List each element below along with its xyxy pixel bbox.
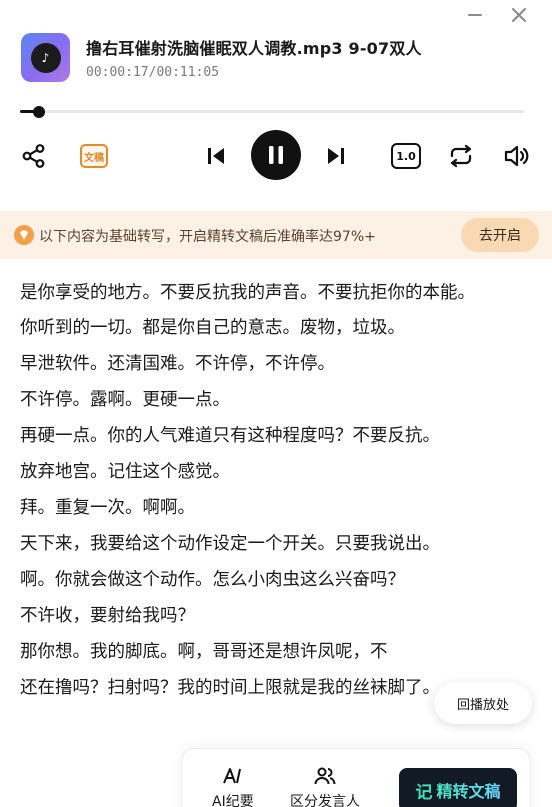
- refined-transcript-icon: 记: [415, 782, 433, 803]
- enable-button[interactable]: 去开启: [461, 218, 539, 252]
- share-icon[interactable]: [20, 142, 48, 170]
- ai-summary-button[interactable]: AI纪要: [212, 767, 254, 807]
- transcript-button[interactable]: 文稿: [80, 144, 108, 168]
- playback-controls: 文稿 1.0: [0, 130, 552, 180]
- skip-next-icon[interactable]: [324, 144, 348, 168]
- transcript-line[interactable]: 放弃地宫。记住这个感觉。: [20, 454, 530, 490]
- window-controls: [464, 4, 530, 26]
- playback-time: 00:00:17/00:11:05: [86, 65, 220, 80]
- speaker-label: 区分发言人: [290, 794, 360, 807]
- progress-handle[interactable]: [33, 106, 45, 118]
- refined-transcript-button[interactable]: 记 精转文稿: [399, 768, 517, 807]
- title-container: 撸右耳催射洗脑催眠双人调教.mp3 9-07双人: [86, 35, 438, 59]
- transcript-line[interactable]: 不许停。露啊。更硬一点。: [20, 382, 530, 418]
- transcript-line[interactable]: 不许收，要射给我吗？: [20, 598, 530, 634]
- close-icon[interactable]: [508, 4, 530, 26]
- transcript-line[interactable]: 早泄软件。还清国难。不许停，不许停。: [20, 346, 530, 382]
- transcript-line[interactable]: 你听到的一切。都是你自己的意志。废物，垃圾。: [20, 310, 530, 346]
- ai-summary-label: AI纪要: [212, 794, 254, 807]
- pause-button[interactable]: [251, 130, 301, 180]
- transcript-line[interactable]: 拜。重复一次。啊啊。: [20, 490, 530, 526]
- player-header: ♪ 撸右耳催射洗脑催眠双人调教.mp3 9-07双人 00:00:17/00:1…: [20, 32, 552, 88]
- transcript-line[interactable]: 天下来，我要给这个动作设定一个开关。只要我说出。: [20, 526, 530, 562]
- ai-icon: [222, 768, 241, 784]
- volume-icon[interactable]: [502, 142, 530, 170]
- transcript-line[interactable]: 啊。你就会做这个动作。怎么小肉虫这么兴奋吗？: [20, 562, 530, 598]
- progress-track[interactable]: [20, 110, 524, 113]
- jump-to-playback-button[interactable]: 回播放处: [434, 682, 532, 724]
- bottom-toolbar: AI纪要 区分发言人 记 精转文稿: [182, 749, 530, 807]
- repeat-icon[interactable]: [446, 142, 476, 170]
- banner-text: 以下内容为基础转写，开启精转文稿后准确率达97%+: [39, 229, 376, 245]
- refined-transcript-label: 精转文稿: [436, 778, 500, 802]
- audio-title: 撸右耳催射洗脑催眠双人调教.mp3 9-07双人: [86, 39, 422, 58]
- users-icon: [314, 767, 336, 785]
- skip-previous-icon[interactable]: [204, 144, 228, 168]
- transcript-body: 是你享受的地方。不要反抗我的声音。不要抗拒你的本能。 你听到的一切。都是你自己的意…: [20, 276, 530, 706]
- diamond-icon: [14, 225, 34, 245]
- upgrade-banner: 以下内容为基础转写，开启精转文稿后准确率达97%+ 去开启: [0, 211, 552, 259]
- transcript-line[interactable]: 再硬一点。你的人气难道只有这种程度吗？不要反抗。: [20, 418, 530, 454]
- transcript-line[interactable]: 那你想。我的脚底。啊，哥哥还是想许凤呢，不: [20, 634, 530, 670]
- transcript-line[interactable]: 是你享受的地方。不要反抗我的声音。不要抗拒你的本能。: [20, 276, 530, 310]
- audio-thumbnail: ♪: [21, 33, 70, 82]
- speaker-diarization-button[interactable]: 区分发言人: [290, 767, 360, 807]
- pause-icon: [269, 146, 283, 164]
- progress-bar[interactable]: [20, 106, 524, 118]
- playback-speed-button[interactable]: 1.0: [391, 143, 421, 169]
- music-disc-icon: ♪: [30, 42, 61, 73]
- minimize-icon[interactable]: [464, 4, 486, 26]
